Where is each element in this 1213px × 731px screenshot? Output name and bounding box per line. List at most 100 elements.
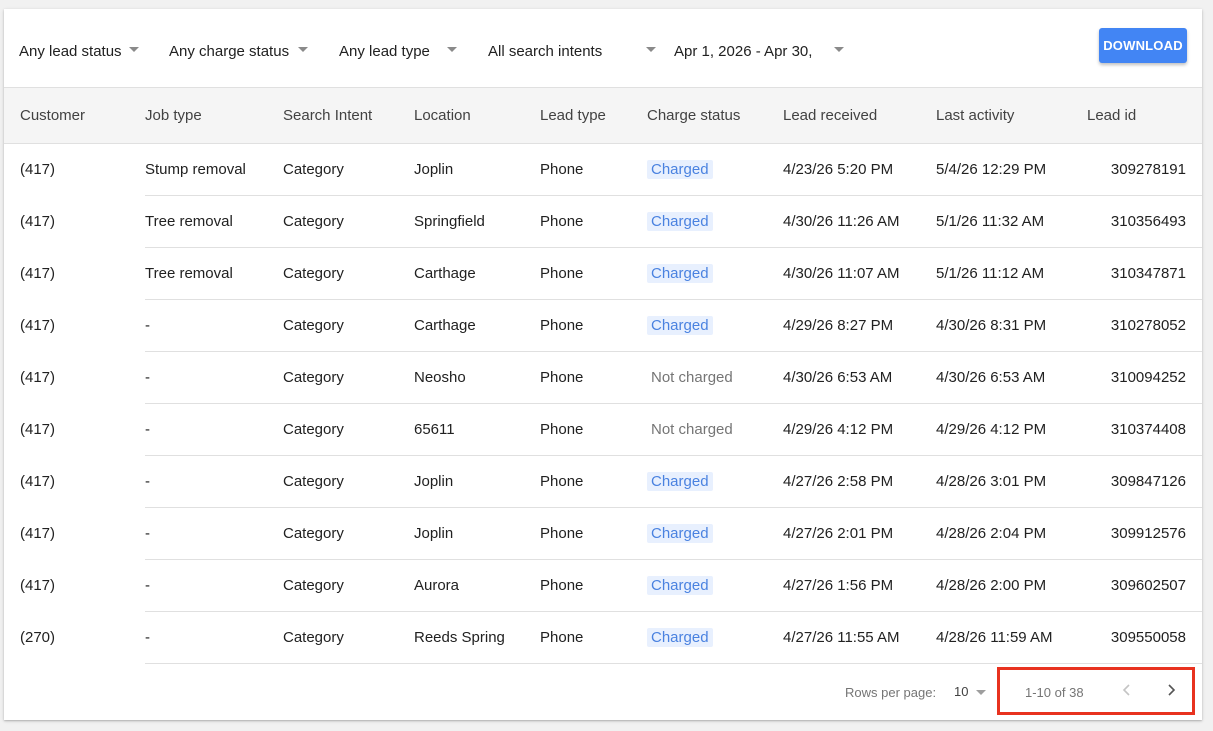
lead-received-cell: 4/30/26 11:26 AM [783, 195, 936, 248]
search-intent-filter[interactable]: All search intents [488, 41, 602, 61]
charge-status-badge: Charged [647, 524, 713, 543]
table-row[interactable]: (417) - Category Neosho Phone Not charged 4/30… [4, 351, 1202, 404]
last-activity-cell: 5/1/26 11:12 AM [936, 247, 1087, 300]
lead-received-cell: 4/29/26 4:12 PM [783, 403, 936, 456]
table-row[interactable]: (417) - Category Joplin Phone Charged 4/27/26 … [4, 507, 1202, 560]
charge-status-cell: Not charged [647, 403, 783, 456]
last-activity-cell: 5/1/26 11:32 AM [936, 195, 1087, 248]
location-cell: Reeds Spring [414, 611, 540, 664]
lead-received-cell: 4/30/26 6:53 AM [783, 351, 936, 404]
job-type-cell: - [145, 403, 283, 456]
charge-status-badge: Charged [647, 472, 713, 491]
pagination-bar: Rows per page: 10 1-10 of 38 [4, 663, 1202, 720]
column-header-job-type[interactable]: Job type [145, 87, 283, 144]
last-activity-cell: 4/30/26 6:53 AM [936, 351, 1087, 404]
job-type-cell: - [145, 559, 283, 612]
charge-status-filter[interactable]: Any charge status [169, 41, 289, 61]
caret-down-icon[interactable] [976, 690, 986, 695]
column-header-lead-id[interactable]: Lead id [1087, 87, 1202, 144]
table-row[interactable]: (417) - Category 65611 Phone Not charged 4/29/… [4, 403, 1202, 456]
location-cell: Joplin [414, 143, 540, 196]
table-row[interactable]: (417) - Category Carthage Phone Charged 4/29/2… [4, 299, 1202, 352]
caret-down-icon[interactable] [447, 47, 457, 52]
job-type-cell: - [145, 351, 283, 404]
table-row[interactable]: (417) Stump removal Category Joplin Phone Cha… [4, 143, 1202, 196]
date-range-filter-label: Apr 1, 2026 - Apr 30, 2026 [674, 42, 816, 60]
lead-id-cell: 310347871 [1087, 247, 1202, 300]
lead-type-cell: Phone [540, 143, 647, 196]
job-type-cell: - [145, 299, 283, 352]
last-activity-cell: 5/4/26 12:29 PM [936, 143, 1087, 196]
charge-status-badge: Charged [647, 316, 713, 335]
customer-cell: (417) [4, 196, 145, 248]
charge-status-cell: Not charged [647, 351, 783, 404]
search-intent-cell: Category [283, 403, 414, 456]
search-intent-cell: Category [283, 351, 414, 404]
charge-status-cell: Charged [647, 247, 783, 300]
charge-status-cell: Charged [647, 299, 783, 352]
lead-id-cell: 310094252 [1087, 351, 1202, 404]
lead-status-filter[interactable]: Any lead status [19, 41, 122, 61]
lead-type-cell: Phone [540, 611, 647, 664]
column-header-last-activity[interactable]: Last activity [936, 87, 1087, 144]
customer-cell: (417) [4, 456, 145, 508]
column-header-lead-received[interactable]: Lead received [783, 87, 936, 144]
table-row[interactable]: (417) Tree removal Category Springfield Phon… [4, 195, 1202, 248]
table-row[interactable]: (270) - Category Reeds Spring Phone Charged 4/… [4, 611, 1202, 664]
location-cell: Springfield [414, 195, 540, 248]
chevron-right-icon [1168, 684, 1176, 696]
table-row[interactable]: (417) Tree removal Category Carthage Phone Ch… [4, 247, 1202, 300]
caret-down-icon[interactable] [129, 47, 139, 52]
search-intent-filter-label: All search intents [488, 42, 603, 60]
charge-status-badge: Charged [647, 628, 713, 647]
search-intent-cell: Category [283, 455, 414, 508]
charge-status-badge: Charged [647, 212, 713, 231]
table-header-row: Customer Job type Search Intent Location… [4, 87, 1202, 144]
column-header-lead-type[interactable]: Lead type [540, 87, 647, 144]
caret-down-icon[interactable] [298, 47, 308, 52]
customer-cell: (417) [4, 352, 145, 404]
search-intent-cell: Category [283, 611, 414, 664]
charge-status-cell: Charged [647, 611, 783, 664]
lead-status-filter-label: Any lead status [19, 42, 122, 60]
charge-status-badge: Not charged [651, 369, 733, 386]
lead-id-cell: 309912576 [1087, 507, 1202, 560]
table-row[interactable]: (417) - Category Joplin Phone Charged 4/27/26 … [4, 455, 1202, 508]
rows-per-page-label: Rows per page: [845, 685, 937, 700]
lead-received-cell: 4/27/26 1:56 PM [783, 559, 936, 612]
column-header-charge-status[interactable]: Charge status [647, 87, 783, 144]
search-intent-cell: Category [283, 507, 414, 560]
location-cell: Carthage [414, 247, 540, 300]
next-page-button[interactable] [1159, 678, 1183, 702]
customer-cell: (417) [4, 560, 145, 612]
column-header-location[interactable]: Location [414, 87, 540, 144]
customer-cell: (417) [4, 248, 145, 300]
column-header-search-intent[interactable]: Search Intent [283, 87, 414, 144]
customer-cell: (417) [4, 300, 145, 352]
last-activity-cell: 4/28/26 2:00 PM [936, 559, 1087, 612]
prev-page-button[interactable] [1115, 678, 1139, 702]
customer-cell: (417) [4, 508, 145, 560]
date-range-filter[interactable]: Apr 1, 2026 - Apr 30, 2026 [674, 41, 816, 61]
search-intent-cell: Category [283, 195, 414, 248]
location-cell: Neosho [414, 351, 540, 404]
location-cell: Joplin [414, 455, 540, 508]
caret-down-icon[interactable] [834, 47, 844, 52]
charge-status-cell: Charged [647, 195, 783, 248]
lead-type-filter[interactable]: Any lead type [339, 41, 430, 61]
caret-down-icon[interactable] [646, 47, 656, 52]
job-type-cell: Stump removal [145, 143, 283, 196]
lead-id-cell: 310374408 [1087, 403, 1202, 456]
table-row[interactable]: (417) - Category Aurora Phone Charged 4/27/26 … [4, 559, 1202, 612]
charge-status-badge: Charged [647, 576, 713, 595]
last-activity-cell: 4/29/26 4:12 PM [936, 403, 1087, 456]
lead-received-cell: 4/27/26 2:58 PM [783, 455, 936, 508]
customer-cell: (417) [4, 144, 145, 196]
rows-per-page-select[interactable]: 10 [954, 684, 968, 699]
lead-type-cell: Phone [540, 559, 647, 612]
last-activity-cell: 4/28/26 2:04 PM [936, 507, 1087, 560]
charge-status-badge: Not charged [651, 421, 733, 438]
column-header-customer[interactable]: Customer [4, 87, 145, 144]
download-button[interactable]: DOWNLOAD [1099, 28, 1187, 63]
charge-status-cell: Charged [647, 507, 783, 560]
